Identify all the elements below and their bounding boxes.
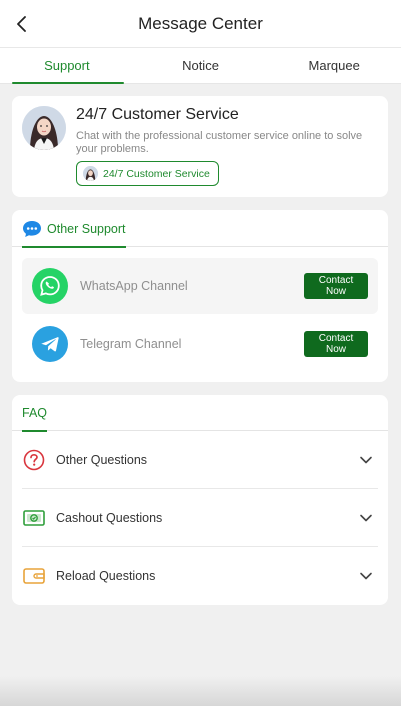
- other-support-label: Other Support: [47, 221, 126, 236]
- telegram-contact-button[interactable]: Contact Now: [304, 331, 368, 357]
- tab-marquee[interactable]: Marquee: [267, 48, 401, 83]
- page-title: Message Center: [138, 13, 263, 33]
- faq-item-cashout-questions[interactable]: Cashout Questions: [22, 489, 378, 547]
- cashout-icon: [22, 506, 46, 530]
- faq-item-label: Reload Questions: [56, 569, 156, 583]
- whatsapp-channel-row: WhatsApp Channel Contact Now: [22, 258, 378, 314]
- chevron-left-icon: [17, 16, 26, 32]
- faq-card: FAQ Other Questions Cashout Questions Re…: [12, 395, 388, 605]
- main-content: 24/7 Customer Service Chat with the prof…: [0, 84, 401, 605]
- telegram-channel-label: Telegram Channel: [80, 337, 182, 351]
- faq-tab-row: FAQ: [12, 395, 388, 432]
- faq-item-other-questions[interactable]: Other Questions: [22, 431, 378, 489]
- customer-service-card: 24/7 Customer Service Chat with the prof…: [12, 96, 388, 197]
- tab-bar: Support Notice Marquee: [0, 48, 401, 84]
- header: Message Center: [0, 0, 401, 48]
- back-button[interactable]: [10, 12, 34, 36]
- customer-service-button[interactable]: 24/7 Customer Service: [76, 161, 219, 186]
- tab-support[interactable]: Support: [0, 48, 134, 84]
- faq-item-reload-questions[interactable]: Reload Questions: [22, 547, 378, 605]
- telegram-icon: [32, 326, 68, 362]
- other-support-card: Other Support WhatsApp Channel Contact N…: [12, 210, 388, 382]
- telegram-channel-row: Telegram Channel Contact Now: [22, 316, 378, 372]
- whatsapp-contact-button[interactable]: Contact Now: [304, 273, 368, 299]
- chevron-down-icon: [360, 514, 372, 521]
- other-support-tab-row: Other Support: [12, 210, 388, 248]
- customer-service-button-label: 24/7 Customer Service: [103, 167, 210, 180]
- customer-service-title: 24/7 Customer Service: [76, 106, 239, 123]
- tab-notice[interactable]: Notice: [134, 48, 268, 83]
- chevron-down-icon: [360, 572, 372, 580]
- avatar-small-icon: [83, 166, 98, 181]
- chat-bubble-icon: [23, 220, 41, 237]
- question-circle-icon: [22, 448, 46, 472]
- avatar: [22, 106, 66, 150]
- whatsapp-channel-label: WhatsApp Channel: [80, 279, 188, 293]
- bottom-fade: [0, 676, 401, 706]
- whatsapp-icon: [32, 268, 68, 304]
- wallet-icon: [22, 564, 46, 588]
- customer-service-description: Chat with the professional customer serv…: [76, 130, 363, 155]
- tab-other-support[interactable]: Other Support: [22, 210, 126, 248]
- tab-faq[interactable]: FAQ: [22, 395, 48, 432]
- chevron-down-icon: [360, 456, 372, 463]
- faq-item-label: Other Questions: [56, 452, 148, 467]
- faq-item-label: Cashout Questions: [56, 510, 163, 525]
